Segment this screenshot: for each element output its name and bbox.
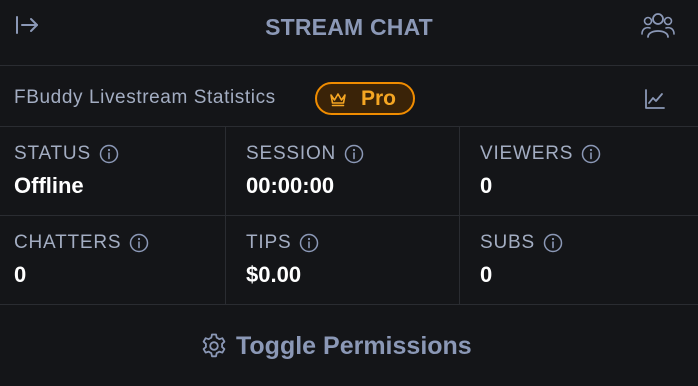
stat-value: $0.00: [246, 262, 302, 287]
stat-label: SESSION: [246, 143, 337, 164]
pro-badge[interactable]: Pro: [315, 82, 415, 115]
stat-tips: TIPS $0.00: [226, 216, 460, 305]
toggle-permissions-button[interactable]: Toggle Permissions: [200, 328, 472, 364]
pro-badge-label: Pro: [361, 86, 397, 110]
toggle-permissions-label: Toggle Permissions: [236, 331, 472, 360]
stat-value: Offline: [14, 173, 84, 198]
stat-value: 0: [14, 262, 27, 287]
stat-value: 00:00:00: [246, 173, 335, 198]
info-icon[interactable]: [344, 144, 364, 164]
stat-value: 0: [480, 173, 493, 198]
stat-value: 0: [480, 262, 493, 287]
users-icon: [641, 13, 675, 38]
panel-footer: Toggle Permissions: [0, 306, 698, 386]
crown-icon: [330, 92, 346, 106]
stat-label: SUBS: [480, 232, 535, 253]
stat-label: STATUS: [14, 143, 91, 164]
stat-chatters: CHATTERS 0: [0, 216, 226, 305]
info-icon[interactable]: [581, 144, 601, 164]
chatters-list-button[interactable]: [640, 8, 676, 42]
chart-line-icon: [645, 89, 665, 109]
statistics-chart-button[interactable]: [642, 86, 668, 112]
stream-chat-panel: STREAM CHAT FBuddy Livestream Statistics…: [0, 0, 698, 386]
stat-session: SESSION 00:00:00: [226, 127, 460, 216]
stats-title: FBuddy Livestream Statistics: [14, 87, 276, 108]
info-icon[interactable]: [299, 233, 319, 253]
info-icon[interactable]: [99, 144, 119, 164]
stat-viewers: VIEWERS 0: [460, 127, 698, 216]
info-icon[interactable]: [543, 233, 563, 253]
stats-title-row: FBuddy Livestream Statistics Pro: [0, 67, 698, 127]
panel-header: STREAM CHAT: [0, 0, 698, 66]
info-icon[interactable]: [129, 233, 149, 253]
stat-status: STATUS Offline: [0, 127, 226, 216]
stat-label: VIEWERS: [480, 143, 574, 164]
gear-icon: [202, 333, 226, 358]
stat-subs: SUBS 0: [460, 216, 698, 305]
stat-label: TIPS: [246, 232, 292, 253]
stats-grid: STATUS Offline SESSION 00:00:00 VIEWERS: [0, 127, 698, 305]
panel-title: STREAM CHAT: [265, 14, 433, 40]
stat-label: CHATTERS: [14, 232, 122, 253]
